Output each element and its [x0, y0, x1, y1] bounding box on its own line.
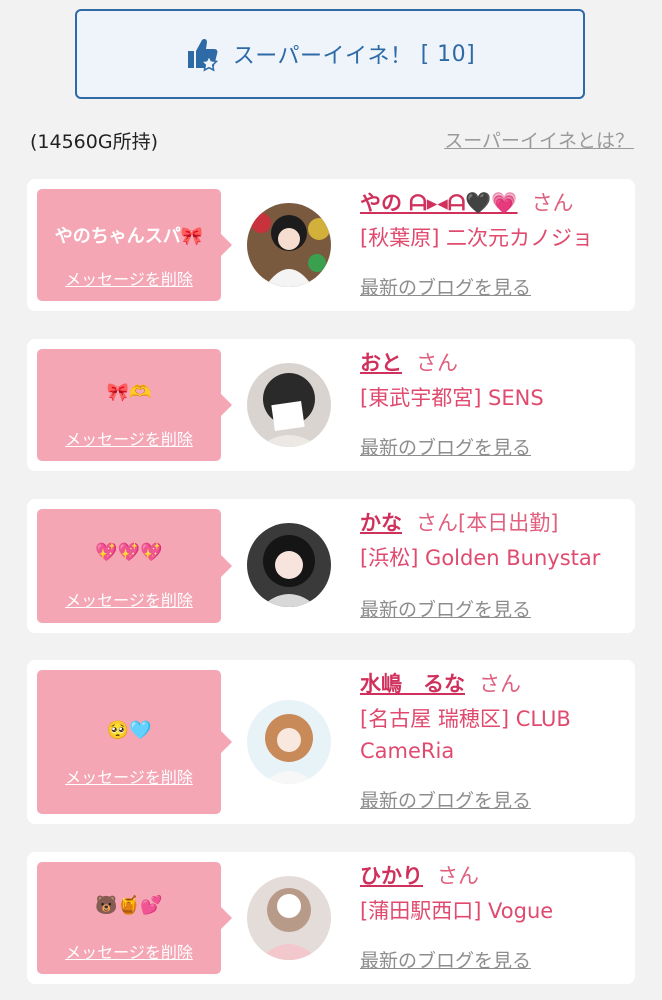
avatar[interactable] — [247, 203, 331, 287]
girl-name-link[interactable]: かな — [360, 511, 402, 535]
latest-blog-link[interactable]: 最新のブログを見る — [360, 786, 531, 813]
honorific: さん — [416, 511, 458, 535]
girl-name-link[interactable]: ひかり — [360, 864, 423, 888]
delete-message-link[interactable]: メッセージを削除 — [37, 426, 221, 450]
shop-name: [秋葉原] 二次元カノジョ — [360, 226, 594, 250]
what-is-super-like-link[interactable]: スーパーイイネとは？ — [444, 126, 634, 153]
entry-info: 水嶋 るな さん [名古屋 瑞穂区] CLUB CameRia — [360, 669, 627, 767]
latest-blog-link[interactable]: 最新のブログを見る — [360, 273, 531, 300]
shop-name: [名古屋 瑞穂区] CLUB CameRia — [360, 707, 571, 763]
avatar[interactable] — [247, 876, 331, 960]
honorific: さん — [479, 672, 521, 696]
honorific: さん — [416, 351, 458, 375]
message-text: 🐻🍯💕 — [95, 895, 163, 916]
girl-name-link[interactable]: 水嶋 るな — [360, 672, 465, 696]
entry-info: かな さん[本日出勤] [浜松] Golden Bunystar — [360, 508, 627, 574]
message-bubble: 🐻🍯💕 メッセージを削除 — [37, 862, 232, 974]
latest-blog-link[interactable]: 最新のブログを見る — [360, 595, 531, 622]
avatar[interactable] — [247, 363, 331, 447]
entry-info: おと さん [東武宇都宮] SENS — [360, 348, 627, 414]
status-badge: [本日出勤] — [458, 511, 559, 535]
message-text: 🥺🩵 — [106, 720, 152, 741]
list-item: 🥺🩵 メッセージを削除 水嶋 るな さん [名古屋 瑞穂区] CLUB CameR… — [27, 660, 635, 824]
delete-message-link[interactable]: メッセージを削除 — [37, 587, 221, 611]
message-bubble: 🥺🩵 メッセージを削除 — [37, 670, 232, 814]
honorific: さん — [437, 864, 479, 888]
latest-blog-link[interactable]: 最新のブログを見る — [360, 946, 531, 973]
list-item: やのちゃんスパ🎀 メッセージを削除 やの ᗩ▸◂ᗩ🖤💗 さん [秋葉原] 二次元カ… — [27, 179, 635, 311]
message-bubble: 💖💖💖 メッセージを削除 — [37, 509, 232, 623]
list-item: 🎀🫶 メッセージを削除 おと さん [東武宇都宮] SENS 最新のブログを見る — [27, 339, 635, 471]
girl-name-link[interactable]: やの ᗩ▸◂ᗩ🖤💗 — [360, 191, 518, 215]
shop-name: [東武宇都宮] SENS — [360, 386, 544, 410]
message-bubble: やのちゃんスパ🎀 メッセージを削除 — [37, 189, 232, 301]
message-bubble: 🎀🫶 メッセージを削除 — [37, 349, 232, 461]
shop-name: [浜松] Golden Bunystar — [360, 546, 601, 570]
avatar[interactable] — [247, 700, 331, 784]
owned-points: (14560G所持) — [30, 131, 158, 153]
list-item: 💖💖💖 メッセージを削除 かな さん[本日出勤] [浜松] Golden Buny… — [27, 499, 635, 633]
shop-name: [蒲田駅西口] Vogue — [360, 899, 554, 923]
girl-name-link[interactable]: おと — [360, 351, 402, 375]
super-like-count: [ 10] — [420, 41, 476, 67]
thumbs-up-star-icon — [187, 38, 218, 72]
entry-info: ひかり さん [蒲田駅西口] Vogue — [360, 861, 627, 927]
delete-message-link[interactable]: メッセージを削除 — [37, 764, 221, 788]
avatar[interactable] — [247, 523, 331, 607]
message-text: 💖💖💖 — [95, 542, 163, 563]
list-item: 🐻🍯💕 メッセージを削除 ひかり さん [蒲田駅西口] Vogue 最新のブログを… — [27, 852, 635, 984]
message-text: 🎀🫶 — [106, 382, 152, 403]
delete-message-link[interactable]: メッセージを削除 — [37, 266, 221, 290]
honorific: さん — [531, 191, 574, 215]
latest-blog-link[interactable]: 最新のブログを見る — [360, 433, 531, 460]
message-text: やのちゃんスパ🎀 — [54, 226, 204, 247]
super-like-button[interactable]: スーパーイイネ！ [ 10] — [75, 9, 585, 99]
entry-info: やの ᗩ▸◂ᗩ🖤💗 さん [秋葉原] 二次元カノジョ — [360, 188, 627, 254]
delete-message-link[interactable]: メッセージを削除 — [37, 939, 221, 963]
super-like-label: スーパーイイネ！ — [232, 44, 413, 69]
